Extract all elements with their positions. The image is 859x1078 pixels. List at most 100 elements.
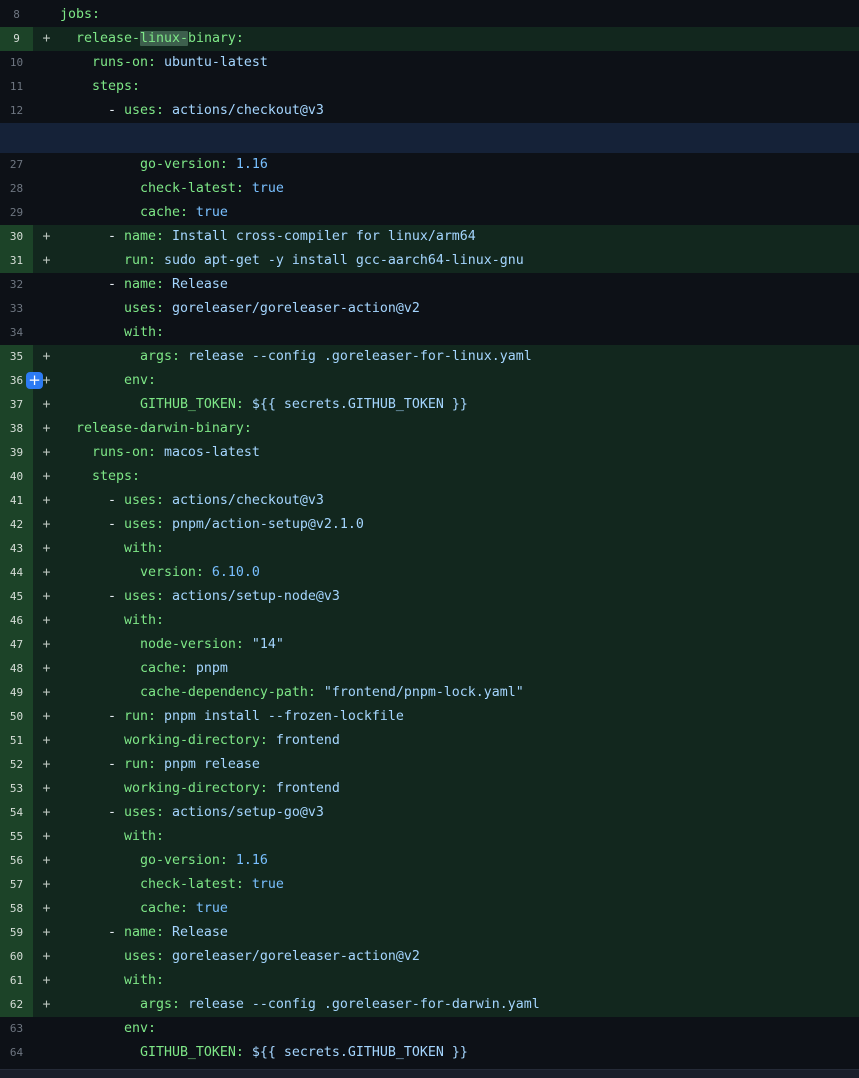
line-number[interactable]: 48 <box>0 657 33 681</box>
expand-hunk-row[interactable] <box>0 123 859 153</box>
token-n: true <box>188 901 228 916</box>
line-number[interactable]: 12 <box>0 99 33 123</box>
code-text: env: <box>60 369 859 393</box>
code-line: 27 go-version: 1.16 <box>0 153 859 177</box>
code-line: 45+ - uses: actions/setup-node@v3 <box>0 585 859 609</box>
line-number[interactable]: 58 <box>0 897 33 921</box>
token-s: release --config .goreleaser-for-darwin.… <box>180 997 540 1012</box>
token-n: 6.10.0 <box>204 565 260 580</box>
code-line: 31+ run: sudo apt-get -y install gcc-aar… <box>0 249 859 273</box>
code-text: - uses: actions/setup-node@v3 <box>60 585 859 609</box>
code-text: jobs: <box>60 3 859 27</box>
token-k: cache-dependency-path: <box>60 685 316 700</box>
line-number[interactable]: 9 <box>0 27 33 51</box>
line-number[interactable]: 34 <box>0 321 33 345</box>
code-text: cache-dependency-path: "frontend/pnpm-lo… <box>60 681 859 705</box>
line-number[interactable]: 61 <box>0 969 33 993</box>
line-number[interactable]: 55 <box>0 825 33 849</box>
line-number[interactable]: 59 <box>0 921 33 945</box>
code-text: with: <box>60 969 859 993</box>
code-text: version: 6.10.0 <box>60 561 859 585</box>
line-number[interactable]: 50 <box>0 705 33 729</box>
line-number[interactable]: 47 <box>0 633 33 657</box>
diff-sign <box>33 3 60 27</box>
line-number[interactable]: 40 <box>0 465 33 489</box>
diff-sign: + <box>33 561 60 585</box>
code-text: uses: goreleaser/goreleaser-action@v2 <box>60 945 859 969</box>
line-number[interactable]: 49 <box>0 681 33 705</box>
diff-sign <box>33 177 60 201</box>
code-line: 38+ release-darwin-binary: <box>0 417 859 441</box>
line-number[interactable]: 54 <box>0 801 33 825</box>
token-k: release- <box>60 31 140 46</box>
diff-sign: + <box>33 681 60 705</box>
line-number[interactable]: 44 <box>0 561 33 585</box>
token-s: macos-latest <box>156 445 260 460</box>
line-number[interactable]: 63 <box>0 1017 33 1041</box>
token-n: true <box>244 877 284 892</box>
line-number[interactable]: 42 <box>0 513 33 537</box>
diff-sign: + <box>33 897 60 921</box>
add-comment-button[interactable]: + <box>26 372 43 389</box>
code-line: 53+ working-directory: frontend <box>0 777 859 801</box>
token-k: uses: <box>124 103 164 118</box>
token-s: pnpm/action-setup@v2.1.0 <box>164 517 364 532</box>
line-number[interactable]: 38 <box>0 417 33 441</box>
code-line: 58+ cache: true <box>0 897 859 921</box>
token-s: actions/checkout@v3 <box>164 493 324 508</box>
line-number[interactable]: 52 <box>0 753 33 777</box>
line-number[interactable]: 35 <box>0 345 33 369</box>
diff-sign: + <box>33 993 60 1017</box>
code-text: check-latest: true <box>60 873 859 897</box>
line-number[interactable]: 45 <box>0 585 33 609</box>
token-k: binary: <box>188 31 244 46</box>
token-k: name: <box>124 925 164 940</box>
token-k: with: <box>60 613 164 628</box>
code-line: 59+ - name: Release <box>0 921 859 945</box>
line-number[interactable]: 51 <box>0 729 33 753</box>
token-k: runs-on: <box>60 55 156 70</box>
line-number[interactable]: 46 <box>0 609 33 633</box>
line-number[interactable]: 31 <box>0 249 33 273</box>
line-number[interactable]: 28 <box>0 177 33 201</box>
diff-sign: + <box>33 225 60 249</box>
line-number[interactable]: 33 <box>0 297 33 321</box>
line-number[interactable]: 27 <box>0 153 33 177</box>
diff-sign: + <box>33 345 60 369</box>
code-line: 12 - uses: actions/checkout@v3 <box>0 99 859 123</box>
token-k: run: <box>124 757 156 772</box>
line-number[interactable]: 37 <box>0 393 33 417</box>
line-number[interactable]: 43 <box>0 537 33 561</box>
line-number[interactable]: 30 <box>0 225 33 249</box>
line-number[interactable]: 11 <box>0 75 33 99</box>
code-line: 35+ args: release --config .goreleaser-f… <box>0 345 859 369</box>
line-number[interactable]: 41 <box>0 489 33 513</box>
token-k: with: <box>60 541 164 556</box>
token-k: cache: <box>60 901 188 916</box>
line-number[interactable]: 57 <box>0 873 33 897</box>
line-number[interactable]: 8 <box>0 3 33 27</box>
token-k: cache: <box>60 661 188 676</box>
token-p: - <box>60 517 124 532</box>
line-number[interactable]: 32 <box>0 273 33 297</box>
line-number[interactable]: 10 <box>0 51 33 75</box>
line-number[interactable]: 39 <box>0 441 33 465</box>
code-line: 41+ - uses: actions/checkout@v3 <box>0 489 859 513</box>
token-s: goreleaser/goreleaser-action@v2 <box>164 301 420 316</box>
token-s: pnpm install --frozen-lockfile <box>156 709 404 724</box>
code-line: 43+ with: <box>0 537 859 561</box>
line-number[interactable]: 64 <box>0 1041 33 1065</box>
code-line: 8 jobs: <box>0 3 859 27</box>
token-p: - <box>60 709 124 724</box>
line-number[interactable]: 60 <box>0 945 33 969</box>
code-text: - name: Install cross-compiler for linux… <box>60 225 859 249</box>
diff-code-view: 8jobs:9+ release-linux-binary:10 runs-on… <box>0 0 859 1065</box>
token-k: with: <box>60 829 164 844</box>
line-number[interactable]: 53 <box>0 777 33 801</box>
code-text: go-version: 1.16 <box>60 153 859 177</box>
line-number[interactable]: 62 <box>0 993 33 1017</box>
line-number[interactable]: 56 <box>0 849 33 873</box>
diff-sign: + <box>33 513 60 537</box>
line-number[interactable]: 29 <box>0 201 33 225</box>
diff-sign <box>33 75 60 99</box>
